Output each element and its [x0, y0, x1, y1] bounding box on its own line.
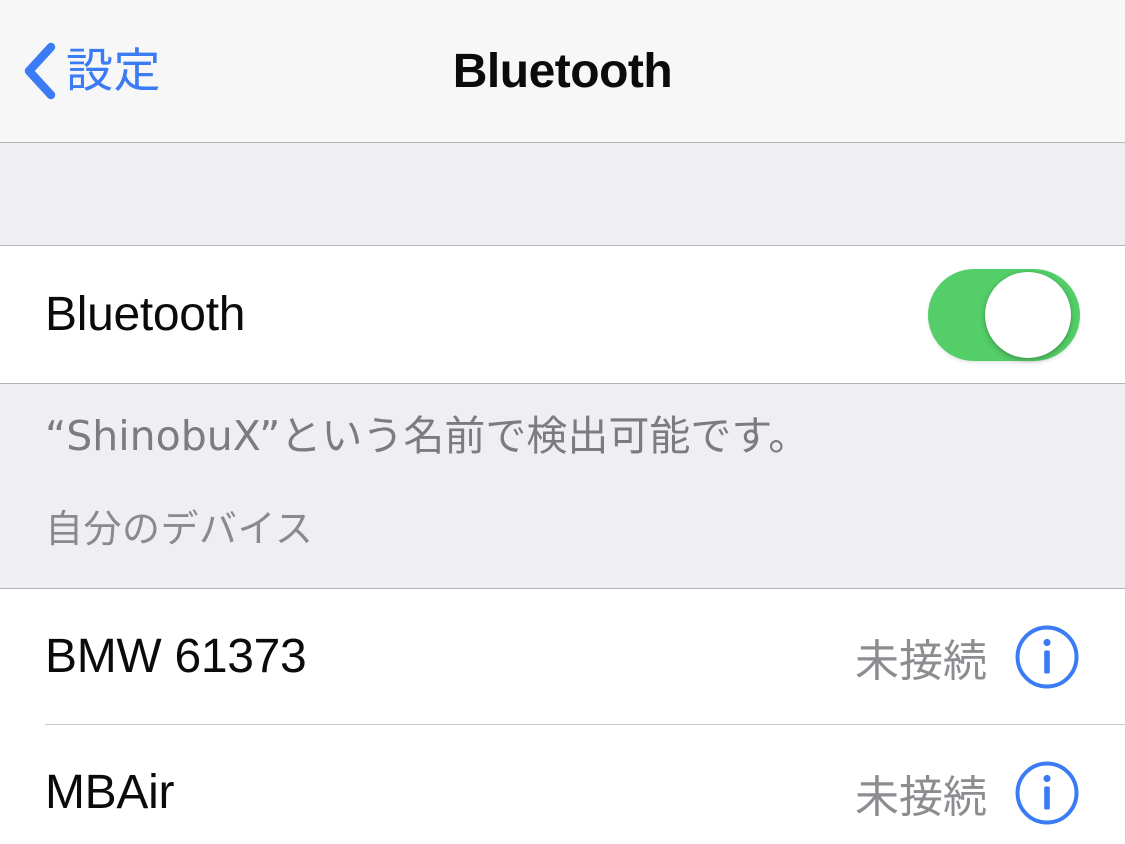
- device-name: BMW 61373: [45, 630, 307, 683]
- bluetooth-settings-screen: 設定 Bluetooth Bluetooth “ShinobuX”という名前で検…: [0, 0, 1125, 844]
- info-circle-icon[interactable]: [1014, 624, 1080, 690]
- info-circle-icon[interactable]: [1014, 760, 1080, 826]
- device-status: 未接続: [855, 635, 987, 687]
- discoverable-text: “ShinobuX”という名前で検出可能です。: [45, 412, 810, 460]
- toggle-knob: [985, 271, 1071, 358]
- bluetooth-row[interactable]: Bluetooth: [0, 246, 1125, 384]
- group-spacer-top: [0, 143, 1125, 246]
- device-list: BMW 61373 未接続 MBAir 未接続: [0, 589, 1125, 844]
- navigation-bar: 設定 Bluetooth: [0, 0, 1125, 143]
- discoverable-info-block: “ShinobuX”という名前で検出可能です。 自分のデバイス: [0, 384, 1125, 589]
- device-row-bmw[interactable]: BMW 61373 未接続: [0, 589, 1125, 724]
- bluetooth-toggle[interactable]: [928, 268, 1080, 361]
- device-status: 未接続: [855, 771, 987, 823]
- device-row-mbair[interactable]: MBAir 未接続: [0, 725, 1125, 844]
- bluetooth-label: Bluetooth: [45, 288, 246, 341]
- my-devices-section-header: 自分のデバイス: [45, 507, 314, 551]
- page-title: Bluetooth: [452, 44, 673, 98]
- device-name: MBAir: [45, 766, 175, 819]
